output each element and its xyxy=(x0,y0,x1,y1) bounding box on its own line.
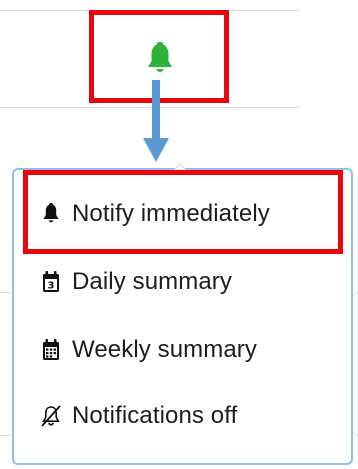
row-divider-lower xyxy=(0,292,12,293)
notification-bell-button[interactable] xyxy=(141,39,179,79)
menu-item-daily-summary[interactable]: 3 Daily summary xyxy=(26,254,344,310)
menu-item-label: Notify immediately xyxy=(72,200,270,227)
bell-icon xyxy=(40,202,62,226)
menu-item-label: Notifications off xyxy=(72,402,238,429)
calendar-week-icon xyxy=(40,338,62,362)
menu-item-label: Weekly summary xyxy=(72,336,257,363)
menu-item-notifications-off[interactable]: Notifications off xyxy=(26,388,344,444)
bell-icon xyxy=(148,42,172,72)
calendar-day-icon: 3 xyxy=(40,270,62,294)
menu-item-notify-immediately[interactable]: Notify immediately xyxy=(26,186,344,242)
pointer-arrow xyxy=(143,80,169,162)
bell-slash-icon xyxy=(40,404,62,428)
svg-text:3: 3 xyxy=(48,281,55,292)
menu-item-weekly-summary[interactable]: Weekly summary xyxy=(26,322,344,378)
row-divider-bottom xyxy=(0,435,12,436)
menu-item-label: Daily summary xyxy=(72,268,232,295)
